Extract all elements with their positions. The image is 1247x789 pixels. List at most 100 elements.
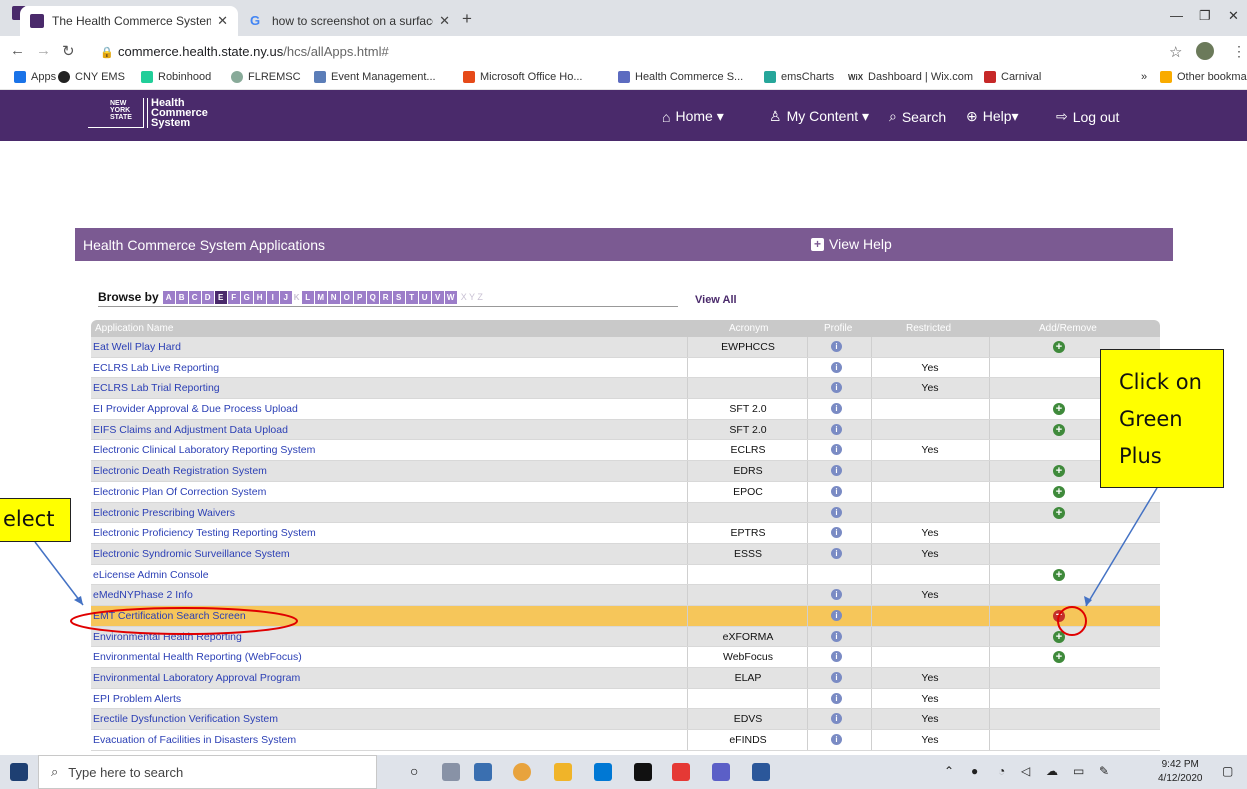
application-name-link[interactable]: Electronic Plan Of Correction System — [93, 486, 266, 498]
store-icon[interactable] — [474, 763, 492, 781]
bookmark-apps[interactable]: Apps — [14, 71, 56, 83]
url-field[interactable]: commerce.health.state.ny.us/hcs/allApps.… — [118, 44, 389, 59]
browse-letter-u[interactable]: U — [418, 290, 431, 304]
browse-letter-i[interactable]: I — [266, 290, 279, 304]
view-help-link[interactable]: + View Help — [811, 236, 892, 252]
tubi-icon[interactable] — [672, 763, 690, 781]
profile-info-icon[interactable]: i — [831, 382, 842, 394]
profile-info-icon[interactable]: i — [831, 527, 842, 539]
view-all-link[interactable]: View All — [695, 294, 737, 306]
add-plus-icon[interactable]: + — [1053, 568, 1065, 581]
browse-letter-d[interactable]: D — [201, 290, 214, 304]
tab-health-commerce[interactable]: The Health Commerce System ✕ — [20, 6, 238, 36]
forward-icon[interactable]: → — [36, 42, 51, 59]
restore-icon[interactable]: ❐ — [1199, 8, 1211, 24]
browse-letter-b[interactable]: B — [175, 290, 188, 304]
application-name-link[interactable]: Evacuation of Facilities in Disasters Sy… — [93, 734, 296, 746]
browse-letter-t[interactable]: T — [405, 290, 418, 304]
browse-letter-m[interactable]: M — [314, 290, 327, 304]
application-name-link[interactable]: Environmental Health Reporting (WebFocus… — [93, 651, 302, 663]
browse-letter-p[interactable]: P — [353, 290, 366, 304]
volume-icon[interactable]: ◁ — [1021, 764, 1030, 778]
col-acronym[interactable]: Acronym — [729, 323, 768, 334]
menu-kebab-icon[interactable]: ⋮ — [1232, 43, 1246, 60]
application-name-link[interactable]: EMT Certification Search Screen — [93, 610, 246, 622]
add-plus-icon[interactable]: + — [1053, 651, 1065, 664]
application-name-link[interactable]: Erectile Dysfunction Verification System — [93, 713, 278, 725]
close-window-icon[interactable]: ✕ — [1228, 8, 1239, 24]
bookmark-carnival[interactable]: Carnival — [984, 71, 1041, 83]
browse-letter-e[interactable]: E — [214, 290, 227, 304]
profile-info-icon[interactable]: i — [831, 672, 842, 683]
application-name-link[interactable]: EPI Problem Alerts — [93, 693, 181, 705]
application-name-link[interactable]: Electronic Syndromic Surveillance System — [93, 548, 290, 560]
browse-letter-w[interactable]: W — [444, 290, 457, 304]
task-view-icon[interactable] — [442, 763, 460, 781]
browse-letter-s[interactable]: S — [392, 290, 405, 304]
add-plus-icon[interactable]: + — [1053, 485, 1065, 498]
application-name-link[interactable]: EI Provider Approval & Due Process Uploa… — [93, 403, 298, 415]
bookmark-robinhood[interactable]: Robinhood — [141, 71, 211, 83]
nav-home[interactable]: ⌂ Home ▾ — [662, 108, 724, 125]
bookmark-cny-ems[interactable]: CNY EMS — [58, 71, 125, 83]
add-plus-icon[interactable]: + — [1053, 630, 1065, 643]
application-name-link[interactable]: eLicense Admin Console — [93, 569, 209, 581]
add-plus-icon[interactable]: + — [1053, 403, 1065, 416]
profile-info-icon[interactable]: i — [831, 465, 842, 477]
application-name-link[interactable]: Electronic Proficiency Testing Reporting… — [93, 527, 316, 539]
application-name-link[interactable]: Electronic Clinical Laboratory Reporting… — [93, 444, 315, 456]
browse-letter-v[interactable]: V — [431, 290, 444, 304]
onedrive-icon[interactable]: ☁ — [1046, 764, 1058, 778]
word-icon[interactable] — [752, 763, 770, 781]
add-plus-icon[interactable]: + — [1053, 423, 1065, 436]
profile-info-icon[interactable]: i — [831, 651, 842, 663]
close-tab-icon[interactable]: ✕ — [439, 13, 450, 29]
bookmark-health-commerce[interactable]: Health Commerce S... — [618, 71, 743, 83]
profile-info-icon[interactable]: i — [831, 485, 842, 497]
wifi-icon[interactable]: ◔ — [998, 764, 1005, 778]
browse-letter-q[interactable]: Q — [366, 290, 379, 304]
pen-icon[interactable]: ✎ — [1099, 764, 1109, 778]
application-name-link[interactable]: Eat Well Play Hard — [93, 341, 181, 353]
browse-letter-h[interactable]: H — [253, 290, 266, 304]
application-name-link[interactable]: eMedNYPhase 2 Info — [93, 589, 193, 601]
nav-search[interactable]: ⌕ Search — [889, 108, 946, 125]
profile-info-icon[interactable]: i — [831, 589, 842, 601]
profile-info-icon[interactable]: i — [831, 609, 842, 621]
remove-minus-icon[interactable]: − — [1053, 609, 1065, 622]
browse-letter-j[interactable]: J — [279, 290, 292, 304]
profile-info-icon[interactable]: i — [831, 506, 842, 518]
browse-letter-f[interactable]: F — [227, 290, 240, 304]
bookmark-event-management[interactable]: Event Management... — [314, 71, 436, 83]
chevron-up-icon[interactable]: ⌃ — [944, 764, 954, 778]
outlook-icon[interactable] — [594, 763, 612, 781]
profile-info-icon[interactable]: i — [831, 630, 842, 642]
add-plus-icon[interactable]: + — [1053, 506, 1065, 519]
notifications-icon[interactable]: ▢ — [1222, 764, 1233, 778]
browse-letter-n[interactable]: N — [327, 290, 340, 304]
profile-info-icon[interactable]: i — [831, 444, 842, 456]
add-plus-icon[interactable]: + — [1053, 465, 1065, 478]
profile-info-icon[interactable]: i — [831, 341, 842, 352]
application-name-link[interactable]: Environmental Health Reporting — [93, 631, 242, 643]
bookmark-flremsc[interactable]: FLREMSC — [231, 71, 301, 83]
nav-my-content[interactable]: ♙ My Content ▾ — [769, 108, 869, 125]
profile-avatar[interactable] — [1196, 42, 1214, 60]
browse-letter-o[interactable]: O — [340, 290, 353, 304]
browse-letter-a[interactable]: A — [162, 290, 175, 304]
col-application-name[interactable]: Application Name — [95, 323, 173, 334]
application-name-link[interactable]: ECLRS Lab Live Reporting — [93, 362, 219, 374]
file-explorer-icon[interactable] — [554, 763, 572, 781]
bookmark-star-icon[interactable]: ☆ — [1169, 43, 1182, 61]
bookmarks-overflow[interactable]: » — [1141, 71, 1147, 83]
back-icon[interactable]: ← — [10, 42, 25, 59]
profile-info-icon[interactable]: i — [831, 713, 842, 725]
application-name-link[interactable]: Electronic Prescribing Waivers — [93, 507, 235, 519]
nav-logout[interactable]: ⇨ Log out — [1056, 108, 1119, 125]
add-plus-icon[interactable]: + — [1053, 341, 1065, 353]
microphone-icon[interactable]: ● — [971, 764, 978, 778]
nav-help[interactable]: ⊕ Help▾ — [966, 108, 1019, 125]
windows-start-icon[interactable] — [10, 763, 28, 781]
close-tab-icon[interactable]: ✕ — [217, 13, 228, 29]
application-name-link[interactable]: Electronic Death Registration System — [93, 465, 267, 477]
